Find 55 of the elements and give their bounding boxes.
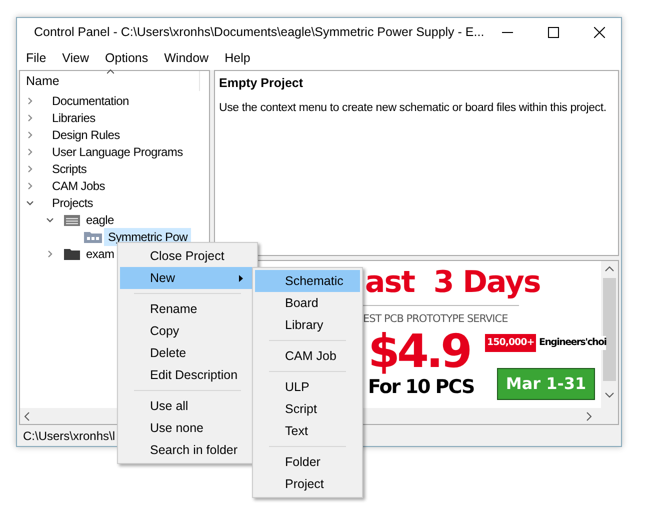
menu-item[interactable]: Board	[255, 292, 360, 314]
tree-item[interactable]: eagle	[82, 210, 118, 228]
banner-price: $4.9	[368, 328, 470, 374]
banner-badge: 150,000+	[485, 334, 536, 352]
chevron-right-icon[interactable]	[26, 182, 34, 190]
chevron-right-icon[interactable]	[26, 148, 34, 156]
banner-quantity: For 10 PCS	[368, 378, 474, 397]
tree-item[interactable]: exam	[82, 244, 118, 262]
maximize-icon	[548, 27, 559, 38]
menu-item[interactable]: New	[120, 267, 255, 289]
menu-item[interactable]: Folder	[255, 451, 360, 473]
menu-bar-item[interactable]: Options	[99, 49, 154, 68]
tree-item[interactable]: CAM Jobs	[48, 176, 109, 194]
menu-item[interactable]: Search in folder	[120, 439, 255, 461]
menu-item[interactable]: CAM Job	[255, 345, 360, 367]
banner-date: Mar 1-31	[497, 368, 595, 400]
project-folder-icon	[84, 230, 102, 242]
details-title: Empty Project	[219, 75, 304, 92]
chevron-down-icon[interactable]	[46, 216, 54, 224]
close-icon	[594, 27, 605, 38]
menu-item[interactable]: Use none	[120, 417, 255, 439]
status-bar-text: C:\Users\xronhs\l	[23, 428, 116, 444]
tree-item[interactable]: Projects	[48, 194, 97, 212]
scroll-right-icon[interactable]	[586, 412, 592, 420]
window-title: Control Panel - C:\Users\xronhs\Documents\eagle\Symmetric Power Supply - E...	[34, 24, 484, 42]
chevron-right-icon[interactable]	[26, 114, 34, 122]
tree-item[interactable]: Documentation	[48, 92, 133, 110]
tree-item[interactable]: Scripts	[48, 160, 91, 178]
chevron-right-icon[interactable]	[26, 164, 34, 172]
menu-bar-item[interactable]: Window	[158, 49, 215, 68]
menu-bar-item[interactable]: Help	[218, 49, 256, 68]
tree-item[interactable]: Libraries	[48, 108, 100, 126]
scroll-left-icon[interactable]	[24, 412, 30, 420]
column-header[interactable]: Name	[26, 72, 60, 91]
tree-item[interactable]: User Language Programs	[48, 142, 187, 160]
minimize-icon	[502, 32, 513, 33]
banner-badge-text: Engineers'choi	[539, 336, 606, 350]
banner-headline: ast 3 Days	[365, 268, 540, 298]
menu-item[interactable]: ULP	[255, 376, 360, 398]
menu-bar-item[interactable]: View	[56, 49, 96, 68]
menu-item[interactable]: Library	[255, 314, 360, 336]
menu-bar-item[interactable]: File	[20, 49, 52, 68]
menu-item[interactable]: Project	[255, 473, 360, 495]
sort-caret-icon	[107, 69, 114, 74]
details-text: Use the context menu to create new schematic or board files within this project.	[219, 100, 608, 116]
scroll-up-icon[interactable]	[605, 266, 614, 272]
chevron-right-icon[interactable]	[26, 96, 34, 104]
chevron-right-icon[interactable]	[46, 250, 54, 258]
scroll-down-icon[interactable]	[605, 392, 614, 398]
chevron-down-icon[interactable]	[26, 198, 34, 206]
tree-item[interactable]: Design Rules	[48, 126, 124, 144]
chevron-right-icon[interactable]	[26, 130, 34, 138]
menu-item[interactable]: Schematic	[255, 270, 360, 292]
menu-item[interactable]: Text	[255, 420, 360, 442]
banner-tagline: EST PCB PROTOTYPE SERVICE	[363, 312, 508, 327]
